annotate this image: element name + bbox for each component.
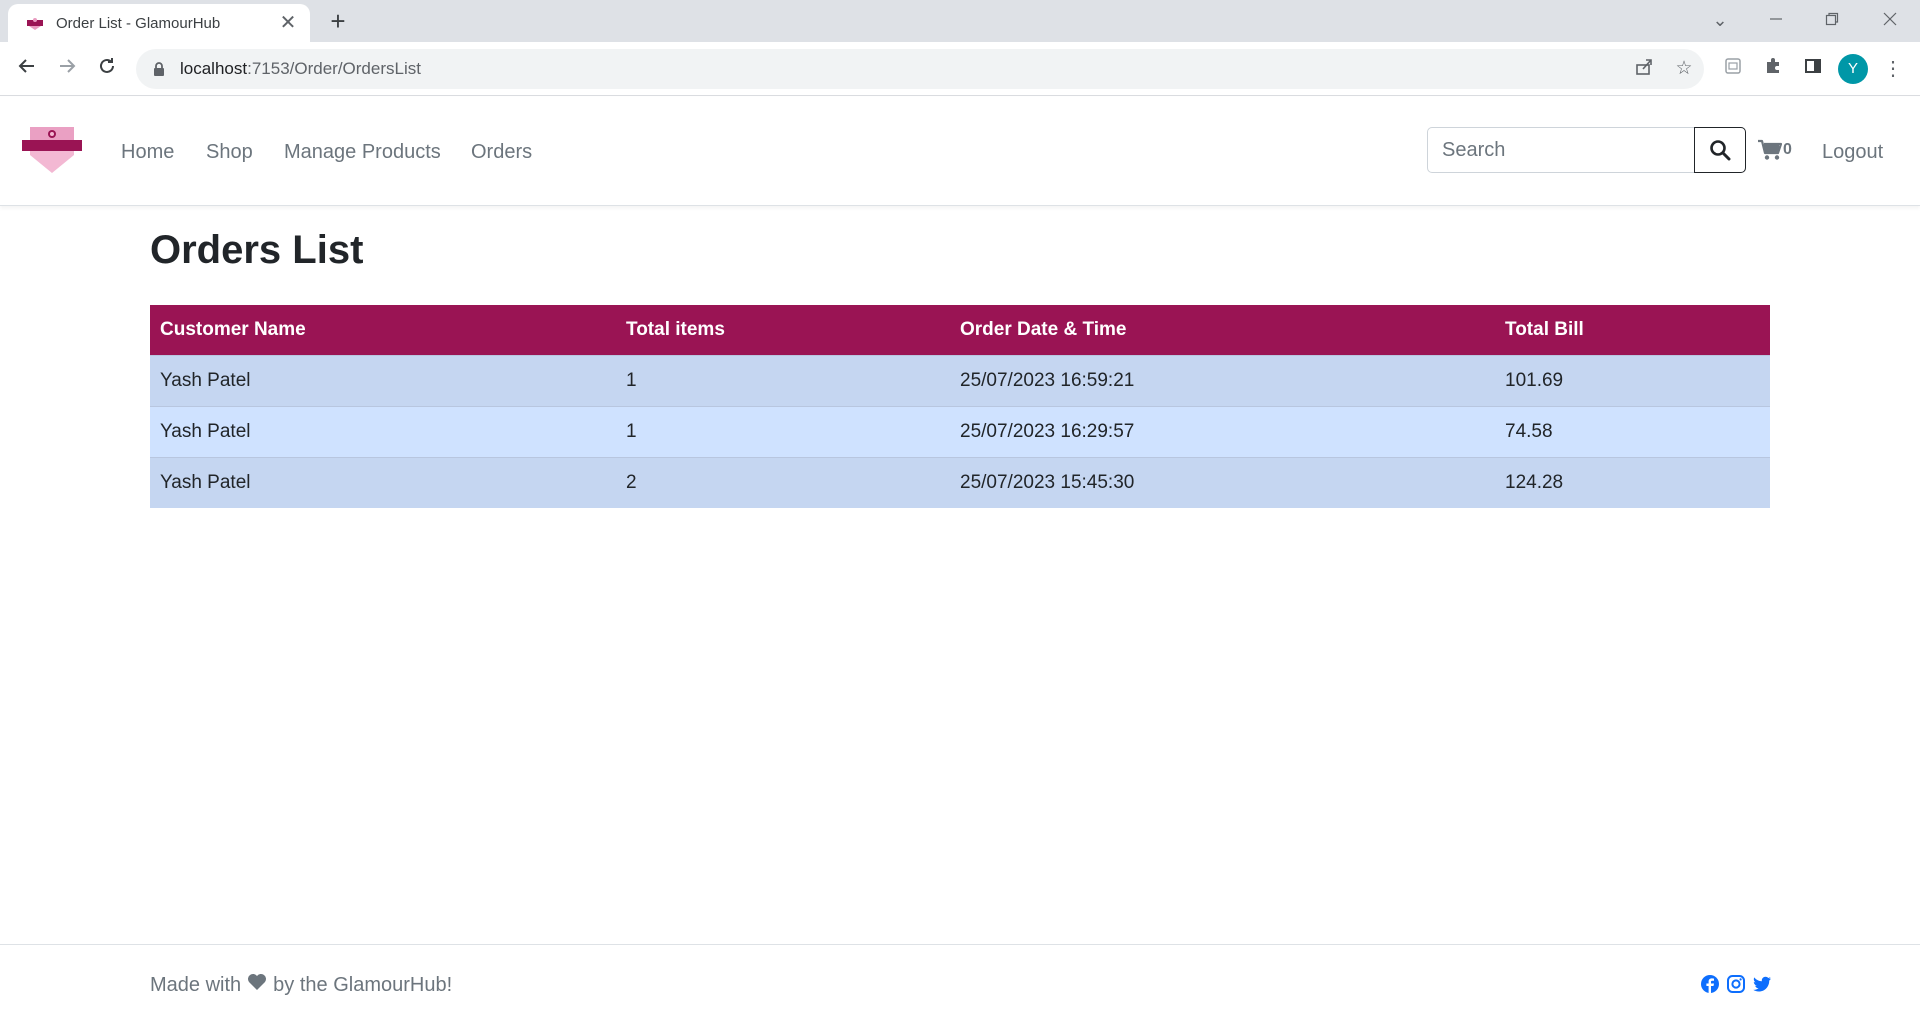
url-text: localhost:7153/Order/OrdersList (180, 59, 421, 79)
tab-search-icon[interactable]: ⌄ (1700, 6, 1740, 34)
url-host: localhost (180, 59, 248, 78)
glamourhub-logo[interactable] (20, 125, 82, 175)
site-footer: Made with by the GlamourHub! (0, 944, 1920, 1020)
reload-icon[interactable] (92, 54, 122, 84)
cell-total-bill: 124.28 (1495, 456, 1770, 508)
address-bar[interactable]: localhost:7153/Order/OrdersList ☆ (136, 49, 1704, 89)
cell-total-items: 1 (616, 405, 950, 457)
cell-order-date-time: 25/07/2023 15:45:30 (950, 456, 1495, 508)
orders-table: Customer Name Total items Order Date & T… (150, 305, 1770, 508)
table-row: Yash Patel 1 25/07/2023 16:29:57 74.58 (150, 405, 1770, 457)
profile-avatar[interactable]: Y (1838, 54, 1868, 84)
table-row: Yash Patel 2 25/07/2023 15:45:30 124.28 (150, 456, 1770, 508)
url-path: :7153/Order/OrdersList (247, 59, 421, 78)
search-button[interactable] (1694, 127, 1746, 173)
twitter-icon[interactable] (1752, 974, 1772, 994)
close-window-button[interactable] (1870, 6, 1910, 34)
cart-link[interactable]: 0 (1758, 139, 1792, 161)
extensions-puzzle-icon[interactable] (1760, 56, 1786, 82)
share-icon[interactable] (1632, 57, 1656, 81)
cell-customer-name: Yash Patel (150, 354, 616, 406)
restore-button[interactable] (1812, 6, 1852, 34)
tab-close-icon[interactable]: ✕ (278, 13, 298, 33)
nav-link-home[interactable]: Home (121, 141, 174, 164)
more-menu-icon[interactable]: ⋮ (1880, 56, 1906, 82)
footer-text-after: by the GlamourHub! (273, 973, 453, 996)
new-tab-button[interactable]: + (324, 8, 352, 36)
cell-customer-name: Yash Patel (150, 456, 616, 508)
browser-tab-bar: Order List - GlamourHub ✕ + ⌄ (0, 0, 1920, 42)
browser-tab[interactable]: Order List - GlamourHub ✕ (8, 4, 310, 42)
cell-total-items: 1 (616, 354, 950, 406)
footer-text-before: Made with (150, 973, 242, 996)
cell-total-bill: 74.58 (1495, 405, 1770, 457)
cart-icon (1758, 139, 1782, 160)
cell-order-date-time: 25/07/2023 16:59:21 (950, 354, 1495, 406)
column-header-customer-name: Customer Name (150, 305, 616, 355)
column-header-total-items: Total items (616, 305, 950, 355)
cell-total-items: 2 (616, 456, 950, 508)
nav-link-orders[interactable]: Orders (471, 141, 532, 164)
forward-arrow-icon[interactable] (52, 54, 82, 84)
site-navbar: Home Shop Manage Products Orders 0 Logou… (0, 97, 1920, 206)
favicon-icon (26, 17, 44, 30)
footer-credit: Made with by the GlamourHub! (150, 973, 452, 997)
browser-toolbar: localhost:7153/Order/OrdersList ☆ Y ⋮ (0, 42, 1920, 96)
logout-link[interactable]: Logout (1822, 141, 1883, 164)
search-input[interactable] (1427, 127, 1695, 173)
bookmark-star-icon[interactable]: ☆ (1672, 57, 1696, 81)
cell-customer-name: Yash Patel (150, 405, 616, 457)
table-header-row: Customer Name Total items Order Date & T… (150, 305, 1770, 355)
cell-order-date-time: 25/07/2023 16:29:57 (950, 405, 1495, 457)
back-arrow-icon[interactable] (12, 54, 42, 84)
nav-link-shop[interactable]: Shop (206, 141, 253, 164)
column-header-order-date-time: Order Date & Time (950, 305, 1495, 355)
cart-count: 0 (1783, 141, 1792, 158)
heart-icon (247, 973, 267, 997)
tab-title: Order List - GlamourHub (56, 14, 221, 32)
facebook-icon[interactable] (1700, 974, 1720, 994)
cell-total-bill: 101.69 (1495, 354, 1770, 406)
nav-link-manage-products[interactable]: Manage Products (284, 141, 441, 164)
page-title: Orders List (150, 228, 364, 272)
minimize-button[interactable] (1756, 6, 1796, 34)
column-header-total-bill: Total Bill (1495, 305, 1770, 355)
instagram-icon[interactable] (1726, 974, 1746, 994)
side-panel-icon[interactable] (1800, 56, 1826, 82)
social-links (1700, 974, 1772, 994)
search-icon (1710, 140, 1731, 161)
table-row: Yash Patel 1 25/07/2023 16:59:21 101.69 (150, 354, 1770, 406)
extension-page-icon[interactable] (1720, 56, 1746, 82)
lock-icon (152, 61, 166, 77)
